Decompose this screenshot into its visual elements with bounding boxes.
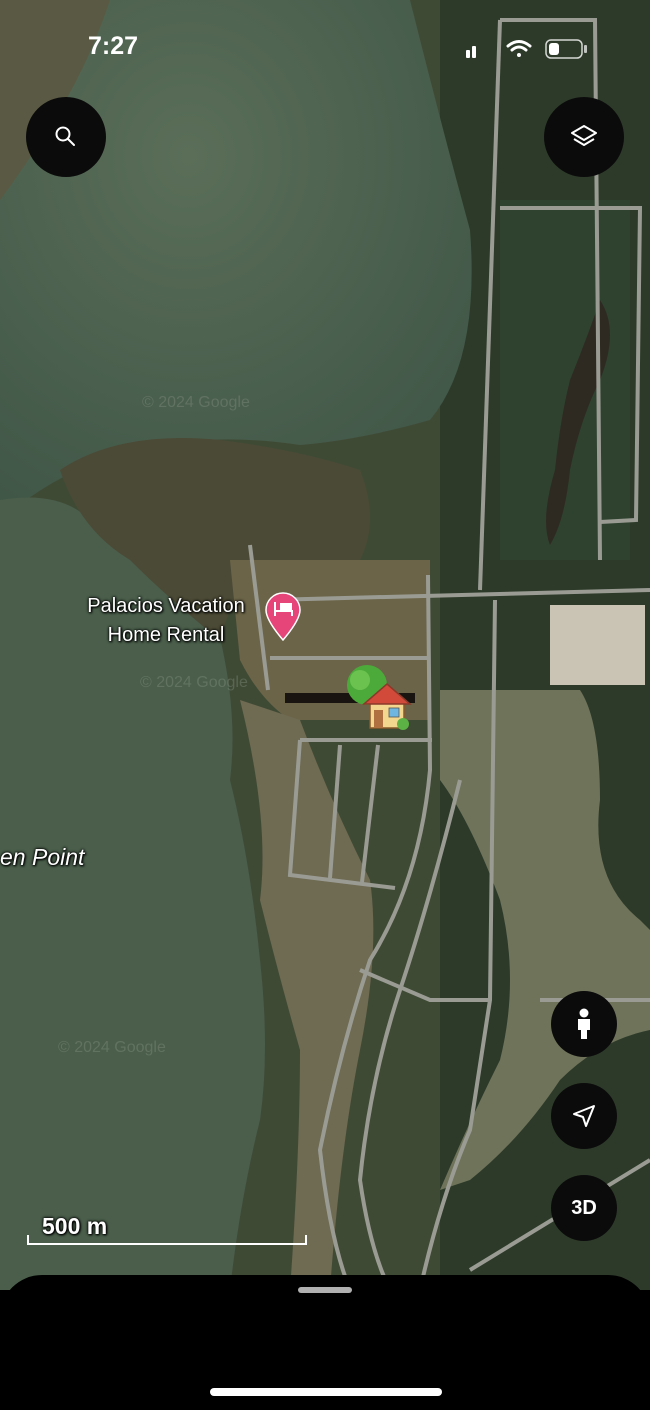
scale-label: 500 m	[42, 1213, 108, 1239]
signal-icon	[466, 46, 476, 58]
pin-label-line1: Palacios Vacation	[87, 595, 245, 617]
industrial-site	[550, 605, 645, 685]
3d-label: 3D	[571, 1196, 597, 1219]
watermark-text: © 2024 Google	[58, 1039, 166, 1056]
3d-button[interactable]: 3D	[551, 1175, 617, 1241]
maps-app: © 2024 Google © 2024 Google © 2024 Googl…	[0, 0, 650, 1410]
street-view-button[interactable]	[551, 991, 617, 1057]
layers-button[interactable]	[544, 97, 624, 177]
watermark-text: © 2024 Google	[142, 394, 250, 411]
watermark-text: © 2024 Google	[140, 674, 248, 691]
navigation-arrow-icon	[573, 1105, 595, 1127]
search-icon	[55, 126, 75, 146]
place-label: en Point	[0, 844, 85, 870]
pin-label-line2: Home Rental	[107, 624, 225, 646]
wifi-icon	[506, 40, 532, 57]
my-location-button[interactable]	[551, 1083, 617, 1149]
status-time: 7:27	[88, 32, 139, 60]
battery-icon	[545, 39, 587, 59]
bottom-sheet[interactable]	[0, 1275, 650, 1410]
layers-icon	[571, 125, 597, 146]
status-icons	[466, 39, 587, 59]
person-icon	[578, 1008, 590, 1039]
home-indicator[interactable]	[210, 1388, 442, 1396]
search-button[interactable]	[26, 97, 106, 177]
sheet-handle[interactable]	[298, 1287, 352, 1293]
forest-block	[500, 200, 630, 560]
pin-label[interactable]: Palacios Vacation Home Rental	[60, 592, 272, 650]
